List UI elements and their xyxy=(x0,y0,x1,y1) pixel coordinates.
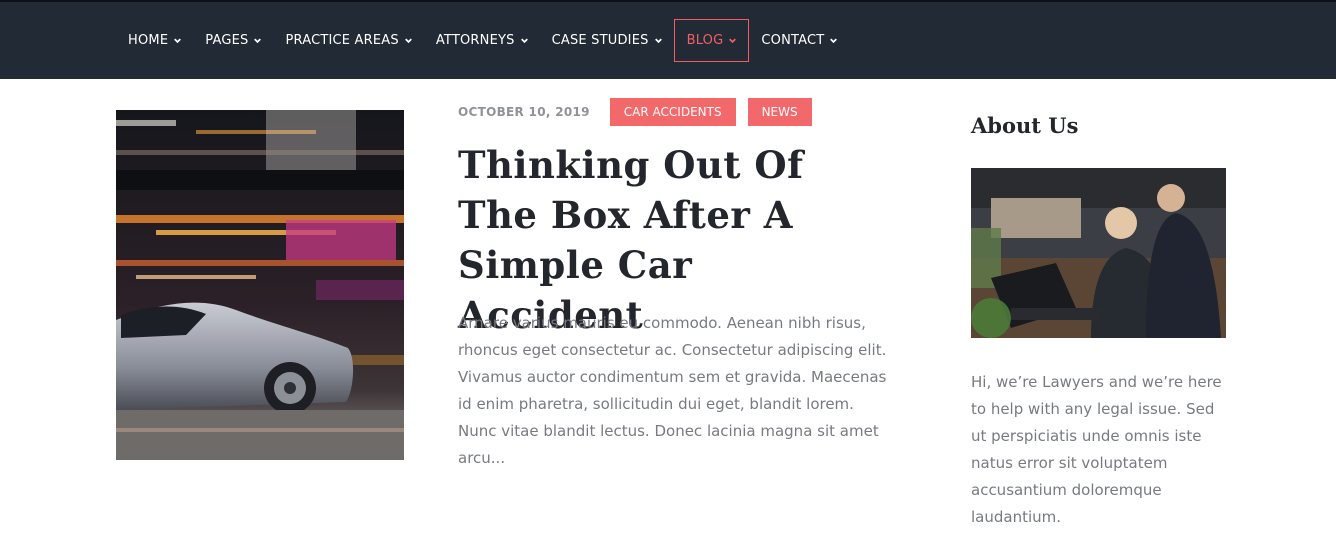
nav-item-attorneys[interactable]: ATTORNEYS xyxy=(424,19,540,62)
nav-item-label: ATTORNEYS xyxy=(435,33,515,48)
main-nav: HOME PAGES PRACTICE AREAS ATTORNEYS CASE… xyxy=(116,2,849,79)
sidebar-widget-title: About Us xyxy=(971,113,1079,138)
nav-item-label: CONTACT xyxy=(761,33,825,48)
chevron-down-icon xyxy=(520,37,528,44)
post-featured-image[interactable] xyxy=(116,110,404,460)
car-photo xyxy=(116,110,404,460)
post-date: OCTOBER 10, 2019 xyxy=(458,105,590,119)
office-photo xyxy=(971,168,1226,338)
nav-item-label: CASE STUDIES xyxy=(551,33,649,48)
chevron-down-icon xyxy=(404,37,412,44)
chevron-down-icon xyxy=(830,37,838,44)
main-navbar: HOME PAGES PRACTICE AREAS ATTORNEYS CASE… xyxy=(0,0,1336,79)
nav-item-case-studies[interactable]: CASE STUDIES xyxy=(540,19,674,62)
chevron-down-icon xyxy=(654,37,662,44)
nav-item-label: BLOG xyxy=(686,33,724,48)
nav-item-blog[interactable]: BLOG xyxy=(673,19,750,62)
about-us-text: Hi, we’re Lawyers and we’re here to help… xyxy=(971,373,1222,526)
tag-news[interactable]: NEWS xyxy=(747,98,812,126)
nav-item-home[interactable]: HOME xyxy=(116,19,193,62)
chevron-down-icon xyxy=(174,37,182,44)
about-us-image xyxy=(971,168,1226,338)
chevron-down-icon xyxy=(254,37,262,44)
chevron-down-icon xyxy=(729,37,737,44)
nav-item-label: PRACTICE AREAS xyxy=(285,33,399,48)
nav-item-label: HOME xyxy=(128,33,169,48)
post-excerpt: Arnare varius mauris eu commodo. Aenean … xyxy=(458,314,887,467)
post-meta: OCTOBER 10, 2019 CAR ACCIDENTS NEWS xyxy=(458,98,824,126)
nav-item-pages[interactable]: PAGES xyxy=(193,19,273,62)
tag-car-accidents[interactable]: CAR ACCIDENTS xyxy=(609,98,736,126)
nav-item-contact[interactable]: CONTACT xyxy=(749,19,849,62)
nav-item-label: PAGES xyxy=(205,33,249,48)
nav-item-practice-areas[interactable]: PRACTICE AREAS xyxy=(273,19,423,62)
